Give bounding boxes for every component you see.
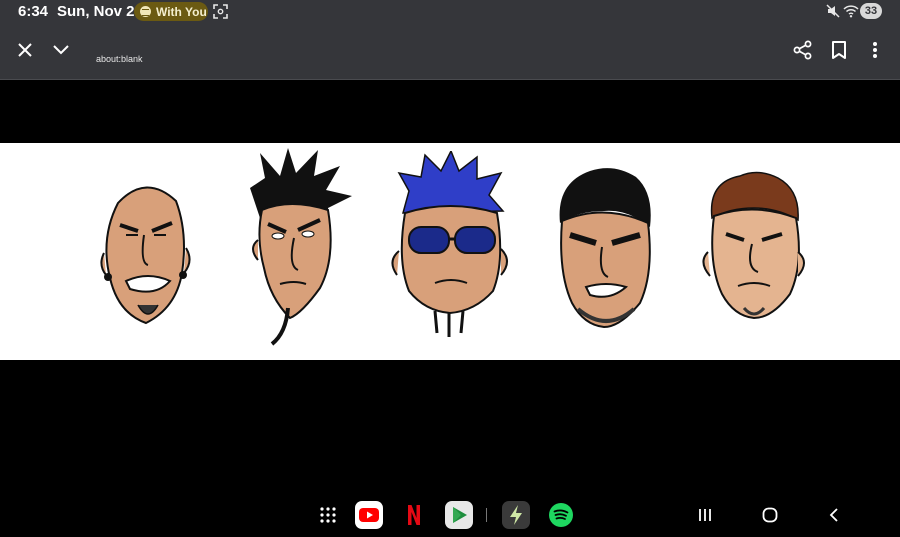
blue-goggles-face bbox=[391, 151, 508, 337]
app-button[interactable] bbox=[502, 501, 530, 529]
back-icon bbox=[829, 508, 838, 522]
media-pill[interactable]: With You bbox=[134, 2, 208, 21]
black-hair-face bbox=[559, 168, 651, 329]
url-text[interactable]: about:blank bbox=[96, 54, 143, 64]
home-icon bbox=[762, 507, 778, 523]
browser-toolbar: about:blank bbox=[0, 24, 900, 80]
google-play-games-icon bbox=[445, 501, 473, 529]
share-button[interactable] bbox=[790, 37, 816, 63]
back-button[interactable] bbox=[823, 504, 845, 526]
dock-divider bbox=[486, 508, 487, 522]
youtube-icon bbox=[355, 501, 383, 529]
google-play-games-button[interactable] bbox=[445, 501, 473, 529]
screenshot-icon bbox=[213, 4, 228, 19]
bookmark-button[interactable] bbox=[826, 37, 852, 63]
spiky-hair-face bbox=[250, 148, 352, 346]
wifi-icon bbox=[843, 5, 859, 18]
media-pill-label: With You bbox=[156, 4, 207, 19]
share-icon bbox=[793, 40, 812, 60]
spotify-button[interactable] bbox=[547, 501, 575, 529]
close-icon bbox=[18, 43, 32, 57]
netflix-icon bbox=[408, 505, 420, 525]
status-bar: 6:34 Sun, Nov 2 With You 33 bbox=[0, 0, 900, 24]
collapse-button[interactable] bbox=[48, 37, 74, 63]
chevron-down-icon bbox=[53, 45, 69, 55]
netflix-button[interactable] bbox=[400, 501, 428, 529]
mute-icon bbox=[826, 4, 840, 18]
navigation-bar bbox=[0, 492, 900, 537]
spotify-icon bbox=[549, 503, 573, 527]
bald-face bbox=[100, 186, 191, 325]
home-button[interactable] bbox=[759, 504, 781, 526]
status-time: 6:34 bbox=[18, 3, 49, 20]
app-drawer-button[interactable] bbox=[314, 501, 342, 529]
brown-hair-face bbox=[702, 171, 805, 320]
more-vert-icon bbox=[873, 42, 877, 58]
recent-apps-button[interactable] bbox=[694, 504, 716, 526]
lightning-app-icon bbox=[502, 501, 530, 529]
close-button[interactable] bbox=[12, 37, 38, 63]
recent-apps-icon bbox=[699, 509, 711, 521]
spotify-mini-icon bbox=[140, 6, 151, 17]
battery-badge: 33 bbox=[860, 3, 882, 19]
app-drawer-icon bbox=[320, 507, 336, 523]
bookmark-icon bbox=[832, 41, 846, 59]
cartoon-faces-image bbox=[0, 143, 900, 360]
status-date: Sun, Nov 2 bbox=[57, 3, 135, 20]
youtube-button[interactable] bbox=[355, 501, 383, 529]
more-options-button[interactable] bbox=[862, 37, 888, 63]
